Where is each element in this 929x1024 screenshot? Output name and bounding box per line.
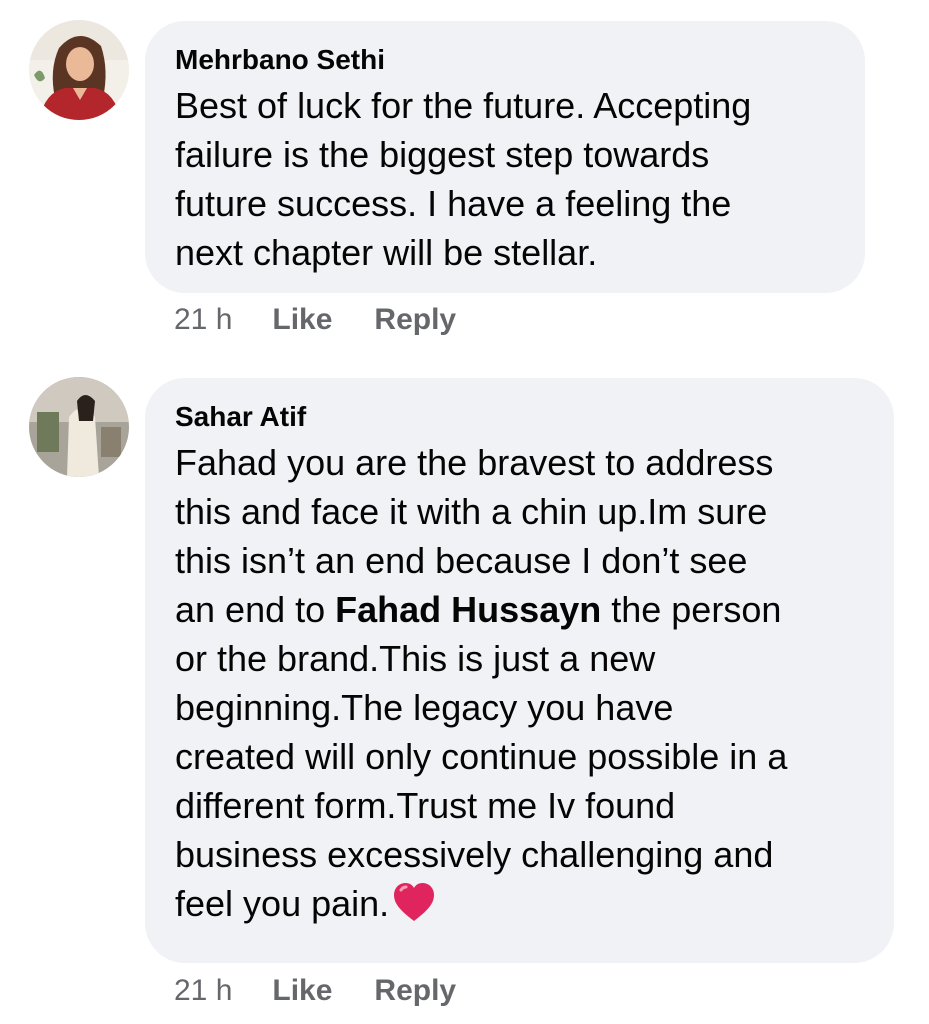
reply-button[interactable]: Reply (374, 302, 456, 338)
avatar[interactable] (29, 20, 129, 120)
comment-author[interactable]: Sahar Atif (175, 400, 864, 434)
comment-bubble: Mehrbano Sethi Best of luck for the futu… (145, 21, 865, 293)
like-button[interactable]: Like (272, 973, 332, 1009)
reply-button[interactable]: Reply (374, 973, 456, 1009)
comment-bubble: Sahar Atif Fahad you are the bravest to … (145, 378, 894, 963)
avatar[interactable] (29, 377, 129, 477)
comment-timestamp[interactable]: 21 h (174, 973, 232, 1009)
comment-text: Best of luck for the future. Accepting f… (175, 85, 752, 273)
profile-photo-icon (29, 377, 129, 477)
red-heart-icon (391, 880, 437, 938)
like-button[interactable]: Like (272, 302, 332, 338)
comment-text-part: the person or the brand.This is just a n… (175, 589, 788, 924)
mention-link[interactable]: Fahad Hussayn (335, 589, 601, 630)
comment-timestamp[interactable]: 21 h (174, 302, 232, 338)
profile-photo-icon (29, 20, 129, 120)
comment-actions: 21 h Like Reply (174, 973, 456, 1009)
comment-author[interactable]: Mehrbano Sethi (175, 43, 835, 77)
comment-text: Fahad you are the bravest to address thi… (175, 438, 864, 938)
comment-actions: 21 h Like Reply (174, 302, 456, 338)
